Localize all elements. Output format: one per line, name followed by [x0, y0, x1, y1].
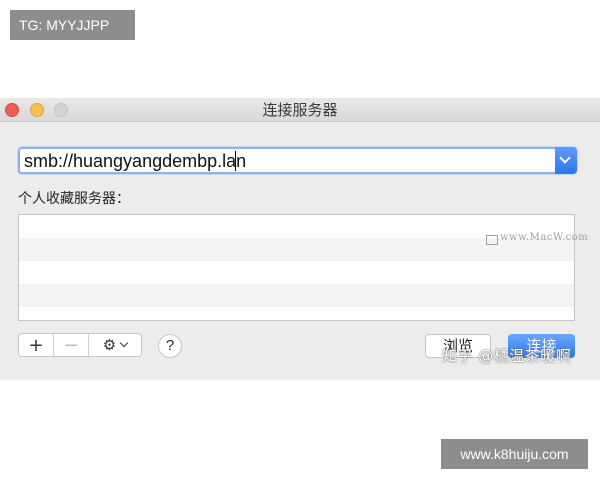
overlay-tag: TG: MYYJJPP — [10, 10, 135, 40]
text-caret — [235, 151, 236, 171]
server-address-input[interactable] — [24, 150, 549, 172]
favorites-label: 个人收藏服务器： — [18, 191, 130, 207]
overlay-site: www.k8huiju.com — [441, 439, 588, 469]
macw-watermark: www.MacW.com — [500, 232, 589, 243]
add-favorite-button[interactable]: + — [19, 334, 54, 356]
connect-server-window: 连接服务器 个人收藏服务器： www.MacW.com + − ⚙ ? 浏览 连… — [0, 98, 600, 380]
favorites-segmented-control: + − ⚙ — [18, 333, 142, 357]
zhihu-watermark: 知乎 @橘温茶暖啊 — [442, 347, 572, 365]
remove-favorite-button[interactable]: − — [54, 334, 89, 356]
title-bar: 连接服务器 — [0, 98, 600, 122]
chevron-down-icon — [559, 152, 571, 164]
help-button[interactable]: ? — [158, 334, 182, 358]
list-item[interactable] — [19, 261, 574, 284]
window-title: 连接服务器 — [262, 101, 338, 119]
favorite-servers-list[interactable] — [18, 214, 575, 321]
recent-servers-dropdown[interactable] — [555, 147, 577, 174]
macw-logo-icon — [486, 235, 498, 245]
action-menu-button[interactable]: ⚙ — [89, 334, 141, 356]
server-address-combobox[interactable] — [18, 147, 577, 174]
gear-icon: ⚙ — [102, 336, 117, 354]
chevron-down-icon — [119, 338, 129, 348]
list-item[interactable] — [19, 284, 574, 307]
